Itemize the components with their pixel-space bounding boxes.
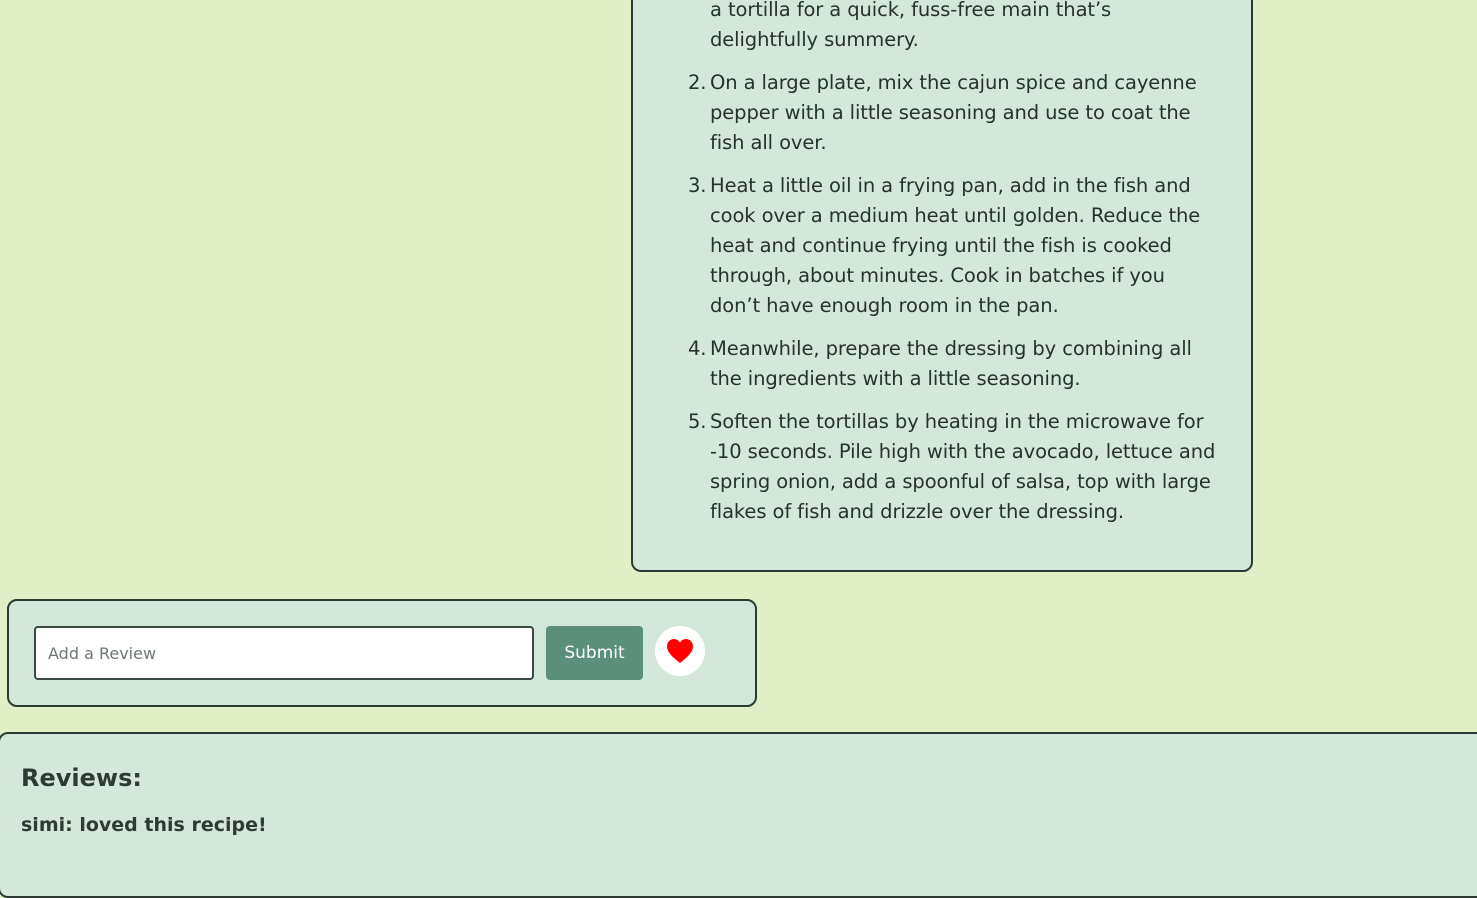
method-step: 4. Meanwhile, prepare the dressing by com… xyxy=(688,334,1270,394)
step-text-line: a tortilla for a quick, fuss-free main t… xyxy=(710,0,1112,21)
step-text-line: pepper with a little seasoning and use t… xyxy=(710,101,1191,124)
step-text-line: the ingredients with a little seasoning. xyxy=(710,367,1081,390)
review-input[interactable] xyxy=(34,626,534,680)
method-step: 2. On a large plate, mix the cajun spice … xyxy=(688,68,1270,158)
method-step: a tortilla for a quick, fuss-free main t… xyxy=(710,0,1270,55)
method-step: 5. Soften the tortillas by heating in the… xyxy=(688,407,1270,527)
step-number: 2. xyxy=(688,71,707,94)
step-text-line: delightfully summery. xyxy=(710,28,919,51)
step-text-line: -10 seconds. Pile high with the avocado,… xyxy=(710,440,1216,463)
step-number: 4. xyxy=(688,337,707,360)
favorite-button[interactable] xyxy=(655,626,705,676)
reviews-section: Reviews: simi: loved this recipe! xyxy=(0,732,1477,898)
step-text-line: Meanwhile, prepare the dressing by combi… xyxy=(710,337,1192,360)
step-text-line: heat and continue frying until the fish … xyxy=(710,234,1172,257)
step-number: 5. xyxy=(688,410,707,433)
step-text-line: fish all over. xyxy=(710,131,827,154)
reviews-heading: Reviews: xyxy=(21,764,142,792)
method-step: 3. Heat a little oil in a frying pan, add… xyxy=(688,171,1270,321)
review-item: simi: loved this recipe! xyxy=(21,814,267,836)
step-text-line: Heat a little oil in a frying pan, add i… xyxy=(710,174,1191,197)
step-number: 3. xyxy=(688,174,707,197)
step-text-line: cook over a medium heat until golden. Re… xyxy=(710,204,1201,227)
step-text-line: through, about minutes. Cook in batches … xyxy=(710,264,1165,287)
method-steps-list: a tortilla for a quick, fuss-free main t… xyxy=(633,0,1270,540)
review-form: Submit xyxy=(7,599,757,707)
method-card: a tortilla for a quick, fuss-free main t… xyxy=(631,0,1253,572)
step-text-line: On a large plate, mix the cajun spice an… xyxy=(710,71,1197,94)
step-text-line: flakes of fish and drizzle over the dres… xyxy=(710,500,1124,523)
step-text-line: don’t have enough room in the pan. xyxy=(710,294,1059,317)
submit-button[interactable]: Submit xyxy=(546,626,643,680)
step-text-line: Soften the tortillas by heating in the m… xyxy=(710,410,1204,433)
recipe-page: a tortilla for a quick, fuss-free main t… xyxy=(0,0,1477,898)
heart-icon xyxy=(667,639,693,663)
step-text-line: spring onion, add a spoonful of salsa, t… xyxy=(710,470,1211,493)
